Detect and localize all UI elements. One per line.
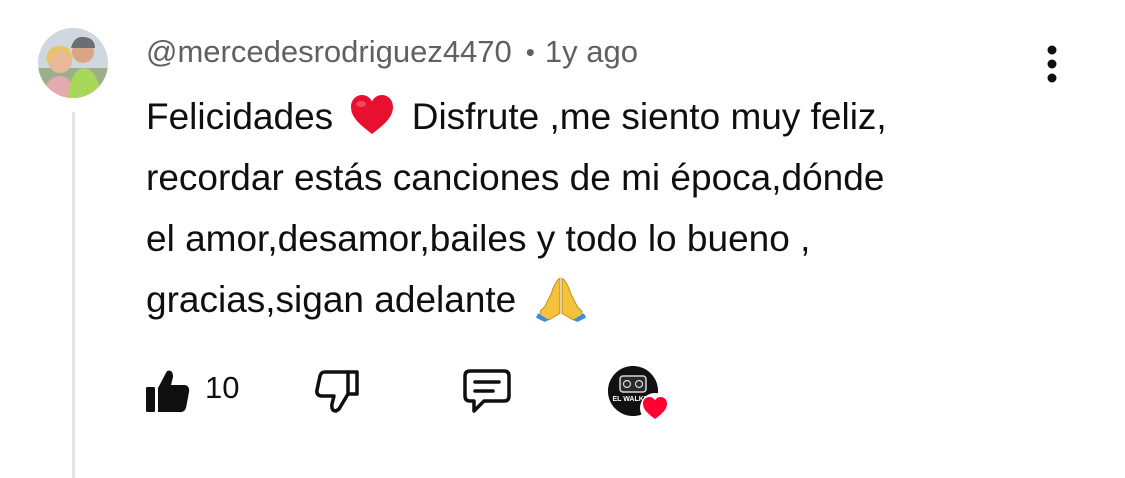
folded-hands-icon xyxy=(535,277,586,322)
comment-time: 1y ago xyxy=(544,34,638,69)
comment-line: gracias,sigan adelante xyxy=(146,269,1046,330)
red-heart-icon xyxy=(351,95,394,134)
comment-actions xyxy=(0,352,1125,422)
reply-comment-icon[interactable] xyxy=(462,368,512,416)
like-count: 10 xyxy=(205,370,240,405)
comment-header: @mercedesrodriguez4470 • 1y ago xyxy=(146,32,638,72)
more-options-icon[interactable] xyxy=(1040,44,1064,88)
thread-line xyxy=(72,112,75,478)
creator-heart-icon xyxy=(640,393,670,423)
separator-dot: • xyxy=(525,36,535,67)
comment-line: el amor,desamor,bailes y todo lo bueno , xyxy=(146,218,811,259)
author-handle[interactable]: @mercedesrodriguez4470 xyxy=(146,34,512,70)
thumbs-up-icon[interactable] xyxy=(145,368,191,414)
user-avatar[interactable] xyxy=(38,28,108,98)
thumbs-down-icon[interactable] xyxy=(315,368,361,414)
comment-text: Felicidades Disfrute ,me siento muy feli… xyxy=(146,86,1046,330)
comment-line: Felicidades Disfrute ,me siento muy feli… xyxy=(146,86,1046,147)
comment-line: recordar estás canciones de mi época,dón… xyxy=(146,157,885,198)
